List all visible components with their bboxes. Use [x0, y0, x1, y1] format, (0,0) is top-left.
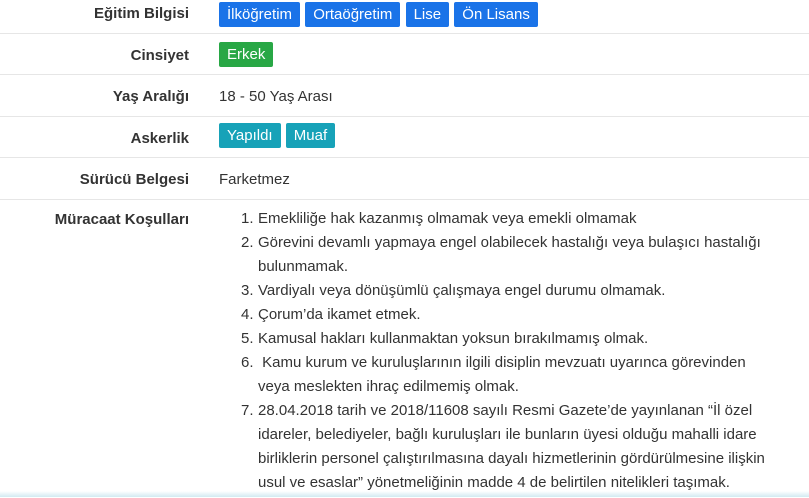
list-item-line: 28.04.2018 tarih ve 2018/11608 sayılı Re… [258, 402, 753, 419]
age-label: Yaş Aralığı [112, 88, 189, 105]
row-military: Askerlik Yapıldı Muaf [0, 116, 809, 157]
list-item: 1. Emekliliğe hak kazanmış olmamak veya … [241, 207, 803, 231]
education-label: Eğitim Bilgisi [93, 5, 189, 22]
bottom-edge-shadow [0, 491, 809, 497]
list-item-line: Kamusal hakları kullanmaktan yoksun bıra… [258, 330, 649, 347]
list-item: 3. Vardiyalı veya dönüşümlü çalışmaya en… [241, 279, 803, 303]
military-badges: Yapıldı Muaf [219, 123, 336, 148]
row-conditions: Müracaat Koşulları 1. Emekliliğe hak kaz… [0, 199, 809, 498]
conditions-label: Müracaat Koşulları [54, 211, 189, 228]
list-item-number: 4. [241, 306, 254, 323]
gender-badge-male[interactable]: Erkek [219, 42, 274, 67]
list-item-number: 6. [241, 354, 254, 371]
row-license: Sürücü Belgesi Farketmez [0, 157, 809, 199]
military-badge-exempt[interactable]: Muaf [285, 123, 336, 148]
license-label: Sürücü Belgesi [79, 171, 189, 188]
list-item-line: bulunmamak. [258, 258, 349, 275]
list-item-line: birliklerin personel çalıştırılmasına da… [258, 450, 765, 467]
list-item-line: Çorum’da ikamet etmek. [258, 306, 421, 323]
list-item: 6. Kamu kurum ve kuruluşlarının ilgili d… [241, 351, 803, 399]
education-badge-highschool[interactable]: Lise [405, 2, 450, 27]
gender-label: Cinsiyet [130, 47, 189, 64]
row-age: Yaş Aralığı 18 - 50 Yaş Arası [0, 74, 809, 116]
education-badge-associate[interactable]: Ön Lisans [454, 2, 538, 27]
conditions-list: 1. Emekliliğe hak kazanmış olmamak veya … [241, 207, 803, 495]
list-item-number: 2. [241, 234, 254, 251]
military-badge-done[interactable]: Yapıldı [219, 123, 281, 148]
gender-badges: Erkek [219, 42, 274, 67]
list-item-number: 1. [241, 210, 254, 227]
list-item: 7. 28.04.2018 tarih ve 2018/11608 sayılı… [241, 399, 803, 495]
military-label: Askerlik [130, 130, 189, 147]
row-gender: Cinsiyet Erkek [0, 33, 809, 74]
list-item-line: veya meslekten ihraç edilmemiş olmak. [258, 378, 519, 395]
list-item-line: Kamu kurum ve kuruluşlarının ilgili disi… [258, 354, 746, 371]
row-education: Eğitim Bilgisi İlköğretim Ortaöğretim Li… [0, 0, 809, 32]
age-value: 18 - 50 Yaş Arası [219, 88, 333, 105]
list-item-line: Görevini devamlı yapmaya engel olabilece… [258, 234, 761, 251]
list-item-line: idareler, belediyeler, bağlı kuruluşları… [258, 426, 757, 443]
list-item-line: Emekliliğe hak kazanmış olmamak veya eme… [258, 210, 637, 227]
license-value: Farketmez [219, 171, 290, 188]
list-item-number: 7. [241, 402, 254, 419]
education-badge-primary[interactable]: İlköğretim [219, 2, 301, 27]
list-item-number: 3. [241, 282, 254, 299]
list-item-line: Vardiyalı veya dönüşümlü çalışmaya engel… [258, 282, 666, 299]
list-item: 5. Kamusal hakları kullanmaktan yoksun b… [241, 327, 803, 351]
list-item: 2. Görevini devamlı yapmaya engel olabil… [241, 231, 803, 279]
list-item-number: 5. [241, 330, 254, 347]
education-badge-secondary[interactable]: Ortaöğretim [305, 2, 401, 27]
education-badges: İlköğretim Ortaöğretim Lise Ön Lisans [219, 2, 539, 27]
list-item: 4. Çorum’da ikamet etmek. [241, 303, 803, 327]
